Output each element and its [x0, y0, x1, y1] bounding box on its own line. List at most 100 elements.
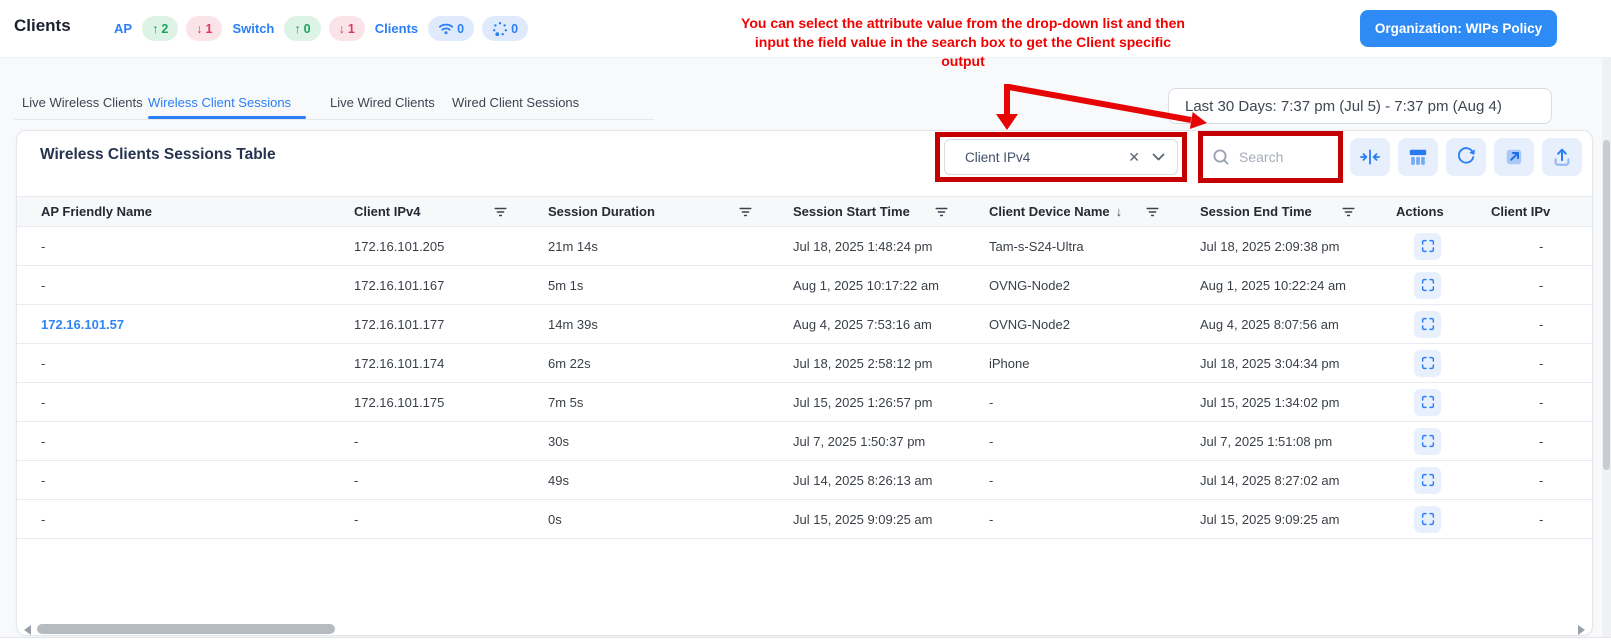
clear-icon[interactable]: ✕ [1128, 149, 1140, 166]
expand-row-button[interactable] [1414, 389, 1441, 416]
cell-session-end-time: Jul 7, 2025 1:51:08 pm [1200, 434, 1396, 449]
filter-icon[interactable] [493, 205, 508, 219]
fit-columns-button[interactable] [1350, 138, 1390, 176]
upload-button[interactable] [1542, 138, 1582, 176]
cell-client-device-name: - [989, 434, 1200, 449]
actions-cell [1396, 233, 1491, 260]
arrow-down-icon: ↓ [339, 22, 345, 36]
column-header-actions[interactable]: Actions [1396, 204, 1491, 219]
cell-session-end-time: Jul 15, 2025 9:09:25 am [1200, 512, 1396, 527]
search-input[interactable] [1237, 148, 1331, 166]
expand-icon [1420, 355, 1436, 371]
column-header-client-ipv4[interactable]: Client IPv4 [354, 204, 548, 219]
actions-cell [1396, 272, 1491, 299]
cell-ap-friendly-name: - [41, 434, 354, 449]
filter-icon[interactable] [934, 205, 949, 219]
cell-session-end-time: Jul 18, 2025 2:09:38 pm [1200, 239, 1396, 254]
actions-cell [1396, 467, 1491, 494]
cell-client-ipv4: - [354, 434, 548, 449]
table-row: --49sJul 14, 2025 8:26:13 am-Jul 14, 202… [17, 461, 1592, 500]
actions-cell [1396, 428, 1491, 455]
search-box [1204, 137, 1337, 177]
cell-session-start-time: Jul 18, 2025 2:58:12 pm [793, 356, 989, 371]
cell-session-start-time: Jul 15, 2025 9:09:25 am [793, 512, 989, 527]
column-header-session-duration[interactable]: Session Duration [548, 204, 793, 219]
device-stats: AP ↑2 ↓1 Switch ↑0 ↓1 Clients 0 0 [112, 15, 528, 42]
tabs-divider [14, 119, 654, 120]
cell-client-ipv4: 172.16.101.175 [354, 395, 548, 410]
column-header-ap-friendly-name[interactable]: AP Friendly Name [41, 204, 354, 219]
filter-icon[interactable] [738, 205, 753, 219]
expand-row-button[interactable] [1414, 311, 1441, 338]
tab-wired-client-sessions[interactable]: Wired Client Sessions [452, 95, 579, 110]
cell-client-ip: - [1491, 395, 1592, 410]
column-header-client-device-name[interactable]: Client Device Name↓ [989, 204, 1200, 219]
cell-ap-friendly-name: - [41, 395, 354, 410]
refresh-button[interactable] [1446, 138, 1486, 176]
cell-ap-friendly-name: - [41, 473, 354, 488]
expand-row-button[interactable] [1414, 428, 1441, 455]
tab-live-wireless-clients[interactable]: Live Wireless Clients [22, 95, 143, 110]
ap-ip-link[interactable]: 172.16.101.57 [41, 317, 354, 332]
cell-session-end-time: Aug 4, 2025 8:07:56 am [1200, 317, 1396, 332]
actions-cell [1396, 311, 1491, 338]
column-label: Session Duration [548, 204, 655, 219]
cell-client-device-name: iPhone [989, 356, 1200, 371]
filter-icon[interactable] [1341, 205, 1356, 219]
column-header-session-start-time[interactable]: Session Start Time [793, 204, 989, 219]
cell-session-duration: 0s [548, 512, 793, 527]
chevron-down-icon[interactable] [1152, 153, 1165, 162]
cell-session-duration: 14m 39s [548, 317, 793, 332]
expand-icon [1420, 511, 1436, 527]
column-label-group: Session Start Time [793, 204, 910, 219]
expand-icon [1420, 433, 1436, 449]
cell-client-device-name: Tam-s-S24-Ultra [989, 239, 1200, 254]
table-title: Wireless Clients Sessions Table [40, 146, 276, 164]
mesh-icon [492, 21, 508, 37]
cell-session-end-time: Jul 15, 2025 1:34:02 pm [1200, 395, 1396, 410]
column-header-client-ipv[interactable]: Client IPv [1491, 204, 1592, 219]
cell-session-duration: 21m 14s [548, 239, 793, 254]
table-row: -172.16.101.1757m 5sJul 15, 2025 1:26:57… [17, 383, 1592, 422]
tab-wireless-client-sessions[interactable]: Wireless Client Sessions [148, 95, 291, 110]
wifi-icon [438, 22, 454, 35]
attribute-dropdown[interactable]: Client IPv4 ✕ [944, 139, 1178, 175]
cell-session-duration: 5m 1s [548, 278, 793, 293]
expand-row-button[interactable] [1414, 506, 1441, 533]
cell-ap-friendly-name: - [41, 512, 354, 527]
columns-button[interactable] [1398, 138, 1438, 176]
filter-icon[interactable] [1145, 205, 1160, 219]
column-header-session-end-time[interactable]: Session End Time [1200, 204, 1396, 219]
tab-live-wired-clients[interactable]: Live Wired Clients [330, 95, 435, 110]
horizontal-scrollbar-thumb[interactable] [37, 624, 335, 634]
refresh-icon [1456, 147, 1476, 167]
expand-row-button[interactable] [1414, 350, 1441, 377]
column-label: Client IPv4 [354, 204, 420, 219]
cell-client-ipv4: - [354, 473, 548, 488]
hscroll-right-arrow[interactable] [1578, 625, 1585, 635]
table-row: -172.16.101.1675m 1sAug 1, 2025 10:17:22… [17, 266, 1592, 305]
search-icon [1212, 148, 1230, 166]
switch-up-badge: ↑0 [284, 16, 320, 41]
organization-policy-button[interactable]: Organization: WIPs Policy [1360, 10, 1557, 47]
vertical-scrollbar-thumb[interactable] [1603, 140, 1610, 470]
table-row: -172.16.101.1746m 22sJul 18, 2025 2:58:1… [17, 344, 1592, 383]
cell-session-start-time: Jul 14, 2025 8:26:13 am [793, 473, 989, 488]
page-title: Clients [14, 16, 71, 36]
column-label: Session Start Time [793, 204, 910, 219]
sort-desc-icon[interactable]: ↓ [1116, 204, 1123, 219]
export-button[interactable] [1494, 138, 1534, 176]
expand-row-button[interactable] [1414, 233, 1441, 260]
expand-row-button[interactable] [1414, 272, 1441, 299]
column-label-group: Session Duration [548, 204, 655, 219]
date-range-selector[interactable]: Last 30 Days: 7:37 pm (Jul 5) - 7:37 pm … [1168, 88, 1552, 124]
date-range-label: Last 30 Days: 7:37 pm (Jul 5) - 7:37 pm … [1185, 98, 1502, 115]
table-row: --0sJul 15, 2025 9:09:25 am-Jul 15, 2025… [17, 500, 1592, 539]
cell-session-end-time: Jul 14, 2025 8:27:02 am [1200, 473, 1396, 488]
column-label: Actions [1396, 204, 1444, 219]
cell-session-start-time: Jul 15, 2025 1:26:57 pm [793, 395, 989, 410]
expand-row-button[interactable] [1414, 467, 1441, 494]
cell-session-duration: 30s [548, 434, 793, 449]
hscroll-left-arrow[interactable] [24, 625, 31, 635]
cell-client-ip: - [1491, 473, 1592, 488]
